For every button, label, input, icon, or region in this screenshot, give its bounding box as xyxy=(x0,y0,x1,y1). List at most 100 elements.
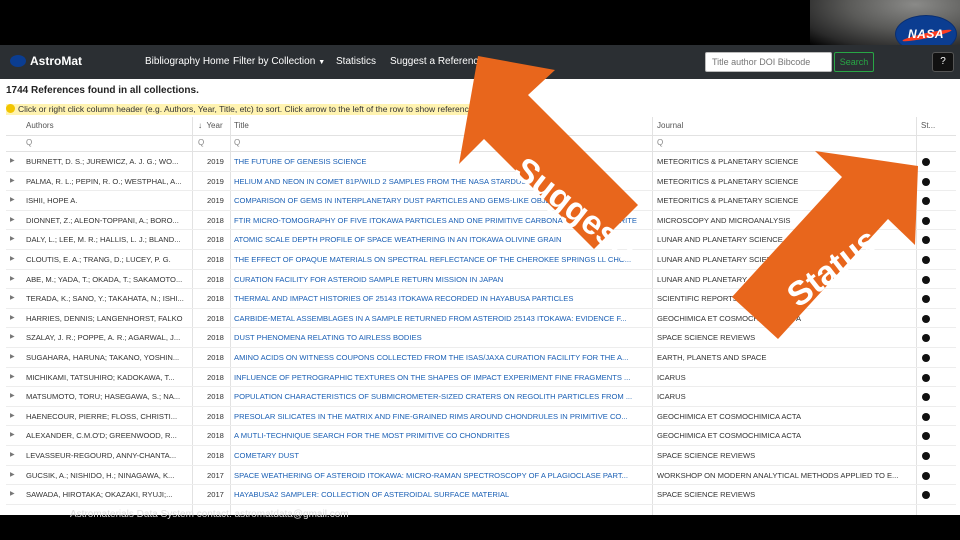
cell-title-link[interactable]: A MUTLI-TECHNIQUE SEARCH FOR THE MOST PR… xyxy=(234,426,648,446)
nav-bibliography-home[interactable]: Bibliography Home xyxy=(145,56,230,67)
cell-journal: SPACE SCIENCE REVIEWS xyxy=(657,451,756,460)
cell-year: 2018 xyxy=(207,274,224,284)
table-row[interactable]: ▶ LEVASSEUR-REGOURD, ANNY-CHANTA... 2018 CO… xyxy=(6,446,956,466)
table-row[interactable]: ▶ SAWADA, HIROTAKA; OKAZAKI, RYUJI;... 201… xyxy=(6,485,956,505)
table-row[interactable]: ▶ SUGAHARA, HARUNA; TAKANO, YOSHIN... 2018… xyxy=(6,348,956,368)
expand-row-icon[interactable]: ▶ xyxy=(10,309,15,329)
column-header-status[interactable]: St... xyxy=(921,117,935,135)
expand-row-icon[interactable]: ▶ xyxy=(10,485,15,505)
table-row[interactable]: ▶ MATSUMOTO, TORU; HASEGAWA, S.; NA... 201… xyxy=(6,387,956,407)
help-icon[interactable]: ? xyxy=(932,52,954,72)
column-header-authors[interactable]: Authors xyxy=(26,117,54,135)
cell-year: 2018 xyxy=(207,353,224,362)
status-dot-icon xyxy=(922,412,930,421)
cell-title-link[interactable]: AMINO ACIDS ON WITNESS COUPONS COLLECTED… xyxy=(234,348,648,368)
filter-journal[interactable]: Q xyxy=(657,135,663,151)
column-header-journal[interactable]: Journal xyxy=(657,117,683,135)
filter-title[interactable]: Q xyxy=(234,135,240,151)
cell-title-link[interactable]: DUST PHENOMENA RELATING TO AIRLESS BODIE… xyxy=(234,328,648,348)
cell-title-link[interactable]: THERMAL AND IMPACT HISTORIES OF 25143 IT… xyxy=(234,289,648,309)
cell-year: 2018 xyxy=(207,431,224,441)
cell-authors: MATSUMOTO, TORU; HASEGAWA, S.; NA... xyxy=(26,392,181,402)
cell-title-link[interactable]: COMETARY DUST xyxy=(234,446,648,466)
row-divider xyxy=(6,503,956,505)
cell-title-link[interactable]: SPACE WEATHERING OF ASTEROID ITOKAWA: MI… xyxy=(234,466,648,486)
status-dot-icon xyxy=(922,373,930,382)
table-row[interactable]: ▶ GUCSIK, A.; NISHIDO, H.; NINAGAWA, K...… xyxy=(6,466,956,486)
expand-row-icon[interactable]: ▶ xyxy=(10,407,15,427)
status-dot-icon xyxy=(922,354,930,362)
cell-year: 2018 xyxy=(207,411,224,421)
column-header-year[interactable]: ↓ Year xyxy=(198,117,223,135)
nav-filter-by-collection[interactable]: Filter by Collection ▼ xyxy=(233,56,325,67)
table-row[interactable]: ▶ ISHII, HOPE A. 2019 COMPARISON OF GEMS IN… xyxy=(6,191,956,211)
cell-title-link[interactable]: POPULATION CHARACTERISTICS OF SUBMICROME… xyxy=(234,387,648,407)
cell-authors: CLOUTIS, E. A.; TRANG, D.; LUCEY, P. G. xyxy=(26,255,171,264)
expand-row-icon[interactable]: ▶ xyxy=(10,328,15,348)
cell-title-link[interactable]: CURATION FACILITY FOR ASTEROID SAMPLE RE… xyxy=(234,270,648,290)
brand-link[interactable]: AstroMat xyxy=(10,54,82,68)
caret-down-icon: ▼ xyxy=(318,59,326,66)
filter-year[interactable]: Q xyxy=(198,135,204,151)
status-dot-icon xyxy=(922,236,930,245)
cell-journal: METEORITICS & PLANETARY SCIENCE xyxy=(657,176,799,186)
cell-journal: METEORITICS & PLANETARY SCIENCE xyxy=(657,196,799,206)
nasa-logo-text: NASA xyxy=(907,27,944,41)
status-dot-icon xyxy=(922,393,930,402)
table-row[interactable]: ▶ HAENECOUR, PIERRE; FLOSS, CHRISTI... 201… xyxy=(6,407,956,427)
cell-title-link[interactable]: PRESOLAR SILICATES IN THE MATRIX AND FIN… xyxy=(234,407,648,427)
search-button[interactable]: Search xyxy=(834,52,874,72)
expand-row-icon[interactable]: ▶ xyxy=(10,348,15,368)
table-row[interactable]: ▶ MICHIKAMI, TATSUHIRO; KADOKAWA, T... 201… xyxy=(6,368,956,388)
expand-row-icon[interactable]: ▶ xyxy=(10,289,15,309)
expand-row-icon[interactable]: ▶ xyxy=(10,172,15,192)
filter-authors[interactable]: Q xyxy=(26,135,32,151)
cell-journal: GEOCHIMICA ET COSMOCHIMICA ACTA xyxy=(657,431,802,441)
search-input[interactable] xyxy=(705,52,832,72)
cell-year: 2018 xyxy=(207,255,224,264)
cell-journal: SPACE SCIENCE REVIEWS xyxy=(657,490,756,500)
cell-authors: PALMA, R. L.; PEPIN, R. O.; WESTPHAL, A.… xyxy=(26,176,182,186)
table-row[interactable]: ▶ DIONNET, Z.; ALEON-TOPPANI, A.; BORO...… xyxy=(6,211,956,231)
expand-row-icon[interactable]: ▶ xyxy=(10,426,15,446)
table-row[interactable]: ▶ BURNETT, D. S.; JUREWICZ, A. J. G.; WO.… xyxy=(6,152,956,172)
expand-row-icon[interactable]: ▶ xyxy=(10,466,15,486)
sort-hint: Click or right click column header (e.g.… xyxy=(6,104,491,115)
table-row[interactable]: ▶ HARRIES, DENNIS; LANGENHORST, FALKO 2018… xyxy=(6,309,956,329)
cell-year: 2019 xyxy=(207,157,224,166)
column-header-title[interactable]: Title xyxy=(234,117,249,135)
expand-row-icon[interactable]: ▶ xyxy=(10,446,15,466)
nav-statistics[interactable]: Statistics xyxy=(336,56,376,67)
status-dot-icon xyxy=(922,197,930,206)
status-dot-icon xyxy=(922,432,930,441)
cell-journal: GEOCHIMICA ET COSMOCHIMICA ACTA xyxy=(657,411,802,421)
expand-row-icon[interactable]: ▶ xyxy=(10,191,15,211)
cell-title-link[interactable]: THE FUTURE OF GENESIS SCIENCE xyxy=(234,152,648,172)
expand-row-icon[interactable]: ▶ xyxy=(10,387,15,407)
table-row[interactable]: ▶ ALEXANDER, C.M.O'D; GREENWOOD, R... 2018… xyxy=(6,426,956,446)
expand-row-icon[interactable]: ▶ xyxy=(10,211,15,231)
cell-authors: ISHII, HOPE A. xyxy=(26,196,78,206)
status-dot-icon xyxy=(922,177,930,186)
cell-title-link[interactable]: THE EFFECT OF OPAQUE MATERIALS ON SPECTR… xyxy=(234,250,648,270)
brand-name: AstroMat xyxy=(30,54,83,68)
cell-year: 2018 xyxy=(207,451,224,460)
expand-row-icon[interactable]: ▶ xyxy=(10,250,15,270)
cell-title-link[interactable]: CARBIDE-METAL ASSEMBLAGES IN A SAMPLE RE… xyxy=(234,309,648,329)
table-row[interactable]: ▶ DALY, L.; LEE, M. R.; HALLIS, L. J.; BL… xyxy=(6,230,956,250)
cell-title-link[interactable]: HELIUM AND NEON IN COMET 81P/WILD 2 SAMP… xyxy=(234,172,648,192)
table-row[interactable]: ▶ PALMA, R. L.; PEPIN, R. O.; WESTPHAL, A… xyxy=(6,172,956,192)
table-row[interactable]: ▶ SZALAY, J. R.; POPPE, A. R.; AGARWAL, J… xyxy=(6,328,956,348)
cell-title-link[interactable]: INFLUENCE OF PETROGRAPHIC TEXTURES ON TH… xyxy=(234,368,648,388)
cell-year: 2017 xyxy=(207,490,224,500)
cell-authors: ALEXANDER, C.M.O'D; GREENWOOD, R... xyxy=(26,431,177,441)
cell-journal: MICROSCOPY AND MICROANALYSIS xyxy=(657,215,791,225)
expand-row-icon[interactable]: ▶ xyxy=(10,152,15,172)
cell-authors: SZALAY, J. R.; POPPE, A. R.; AGARWAL, J.… xyxy=(26,333,181,343)
expand-row-icon[interactable]: ▶ xyxy=(10,368,15,388)
expand-row-icon[interactable]: ▶ xyxy=(10,230,15,250)
nasa-mini-icon xyxy=(10,55,26,67)
cell-title-link[interactable]: HAYABUSA2 SAMPLER: COLLECTION OF ASTEROI… xyxy=(234,485,648,505)
nav-suggest-reference[interactable]: Suggest a Reference xyxy=(390,56,484,67)
expand-row-icon[interactable]: ▶ xyxy=(10,270,15,290)
